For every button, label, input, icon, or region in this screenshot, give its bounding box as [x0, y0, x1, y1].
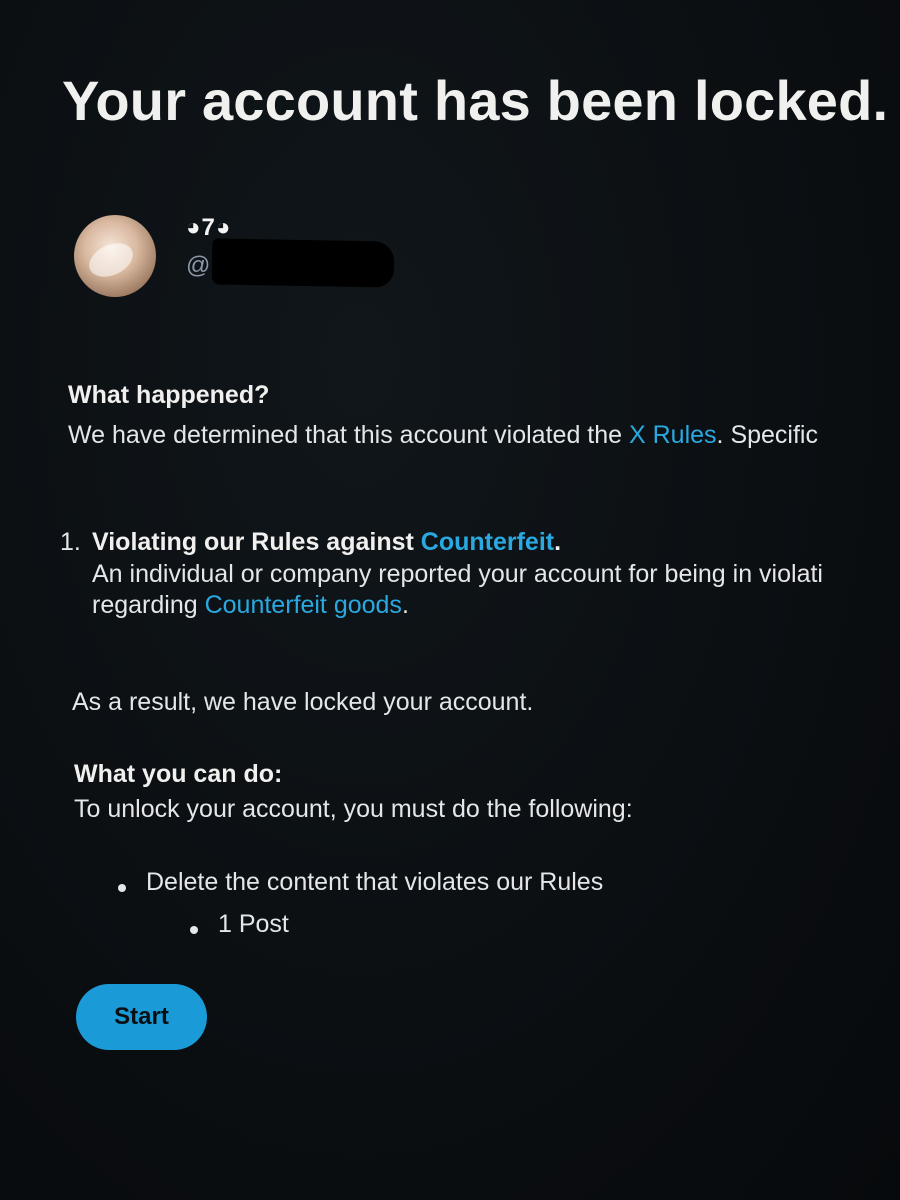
result-text: As a result, we have locked your account… — [72, 688, 534, 716]
violation-title-text: Violating our Rules against — [92, 528, 421, 556]
sub-bullet-dot — [190, 926, 198, 934]
what-happened-text-end: . Specific — [716, 421, 818, 449]
violation-title-end: . — [554, 528, 562, 556]
violation-line2-end: . — [401, 591, 409, 619]
what-happened-heading: What happened? — [68, 381, 270, 409]
counterfeit-goods-link[interactable]: Counterfeit goods — [205, 591, 402, 619]
violation-number: 1. — [60, 528, 81, 556]
violation-description-line2: regarding Counterfeit goods. — [92, 591, 409, 620]
x-rules-link[interactable]: X Rules — [629, 421, 717, 449]
list-item-post-count: 1 Post — [218, 910, 289, 938]
avatar-photo-highlight — [83, 236, 139, 284]
avatar — [74, 215, 156, 297]
violation-description-line1: An individual or company reported your a… — [92, 560, 823, 588]
start-button[interactable]: Start — [76, 984, 207, 1050]
bullet-dot — [118, 884, 126, 892]
list-item-delete-content: Delete the content that violates our Rul… — [146, 868, 604, 896]
what-happened-text: We have determined that this account vio… — [68, 421, 818, 450]
what-you-can-do-heading: What you can do: — [74, 760, 283, 788]
unlock-instructions: To unlock your account, you must do the … — [74, 795, 633, 823]
what-happened-text-start: We have determined that this account vio… — [68, 421, 629, 449]
locked-account-screen: Your account has been locked. ◕7◕ @ What… — [0, 0, 900, 1200]
counterfeit-link[interactable]: Counterfeit — [421, 528, 554, 556]
violation-line2-start: regarding — [92, 591, 205, 619]
page-title: Your account has been locked. — [62, 69, 889, 132]
redacted-handle — [211, 238, 395, 288]
violation-title: Violating our Rules against Counterfeit. — [92, 528, 561, 557]
handle-prefix: @ — [186, 252, 211, 279]
